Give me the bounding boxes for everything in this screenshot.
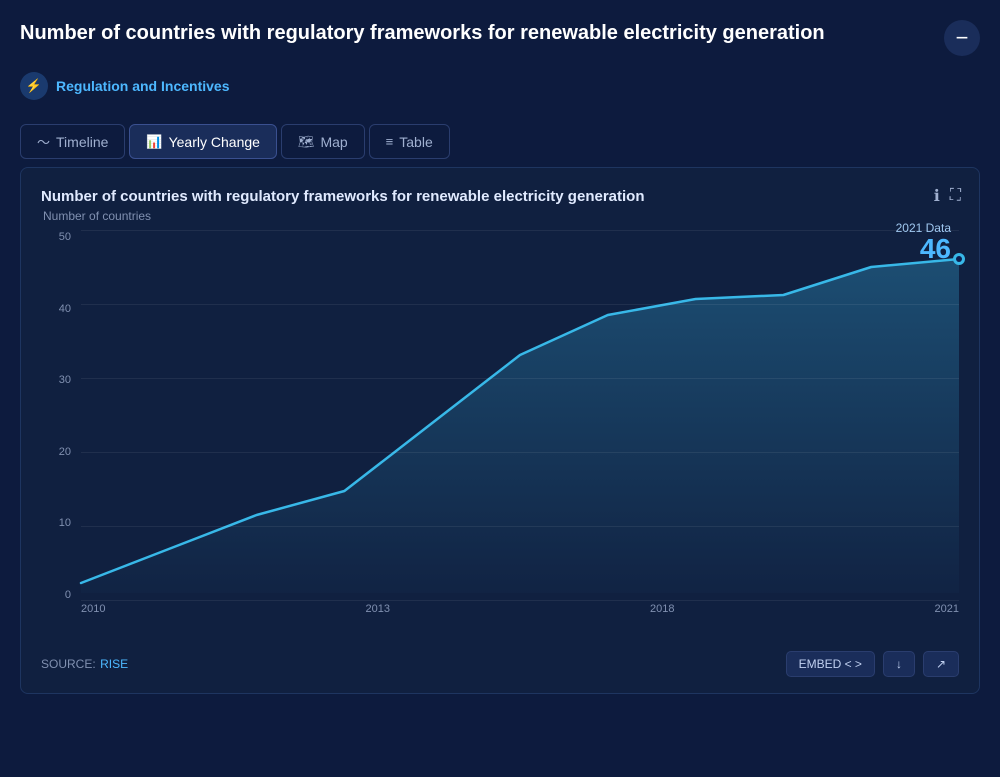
tab-timeline[interactable]: 〜 Timeline [20,124,125,159]
chart-icon-buttons: ℹ ⛶ [934,186,961,206]
expand-button[interactable]: ⛶ [950,186,961,206]
chart-plot: 2021 Data 46 [81,231,959,601]
grid-10 [81,526,959,527]
chart-endpoint-inner [956,256,962,262]
table-icon: ≡ [386,134,394,149]
info-button[interactable]: ℹ [934,186,940,206]
chart-area-fill [81,259,959,593]
page-header: Number of countries with regulatory fram… [20,20,980,56]
chart-container: Number of countries with regulatory fram… [20,167,980,694]
x-tick-2021: 2021 [935,603,959,615]
x-tick-2010: 2010 [81,603,105,615]
download-icon: ↓ [896,657,902,671]
tab-table[interactable]: ≡ Table [369,124,450,159]
tab-map[interactable]: 🗺 Map [281,124,365,159]
x-axis: 2010 2013 2018 2021 [81,603,959,631]
source-link[interactable]: RISE [100,657,128,671]
tab-table-label: Table [399,134,432,150]
x-tick-2013: 2013 [366,603,390,615]
embed-button[interactable]: EMBED < > [786,651,875,677]
map-icon: 🗺 [298,134,315,150]
y-tick-10: 10 [41,517,77,529]
source-label: SOURCE: [41,657,96,671]
share-button[interactable]: ↗ [923,651,959,677]
grid-40 [81,304,959,305]
tabs-bar: 〜 Timeline 📊 Yearly Change 🗺 Map ≡ Table [20,124,980,159]
source-area: SOURCE: RISE [41,655,128,673]
grid-20 [81,452,959,453]
tab-timeline-label: Timeline [56,134,108,150]
collapse-button[interactable]: − [944,20,980,56]
share-icon: ↗ [936,657,946,671]
data-label-value: 46 [896,235,951,263]
y-tick-50: 50 [41,231,77,243]
y-tick-20: 20 [41,446,77,458]
data-label: 2021 Data 46 [896,221,951,263]
x-tick-2018: 2018 [650,603,674,615]
tag-icon: ⚡ [20,72,48,100]
chart-area: 0 10 20 30 40 50 2021 Data 46 [41,231,959,631]
yearly-change-icon: 📊 [146,134,162,150]
page-title: Number of countries with regulatory fram… [20,20,825,46]
grid-0 [81,600,959,601]
grid-30 [81,378,959,379]
download-button[interactable]: ↓ [883,651,915,677]
tab-yearly-change[interactable]: 📊 Yearly Change [129,124,277,159]
chart-footer: SOURCE: RISE EMBED < > ↓ ↗ [41,643,959,677]
tab-map-label: Map [320,134,347,150]
chart-title: Number of countries with regulatory fram… [41,188,861,205]
y-axis-label: Number of countries [43,209,959,223]
grid-50 [81,230,959,231]
tag-row: ⚡ Regulation and Incentives [20,72,980,100]
timeline-icon: 〜 [37,132,50,151]
y-axis: 0 10 20 30 40 50 [41,231,77,601]
footer-buttons: EMBED < > ↓ ↗ [786,651,959,677]
y-tick-40: 40 [41,303,77,315]
tab-yearly-change-label: Yearly Change [169,134,260,150]
line-chart-svg [81,231,959,601]
y-tick-30: 30 [41,374,77,386]
y-tick-0: 0 [41,589,77,601]
tag-link[interactable]: Regulation and Incentives [56,78,229,94]
